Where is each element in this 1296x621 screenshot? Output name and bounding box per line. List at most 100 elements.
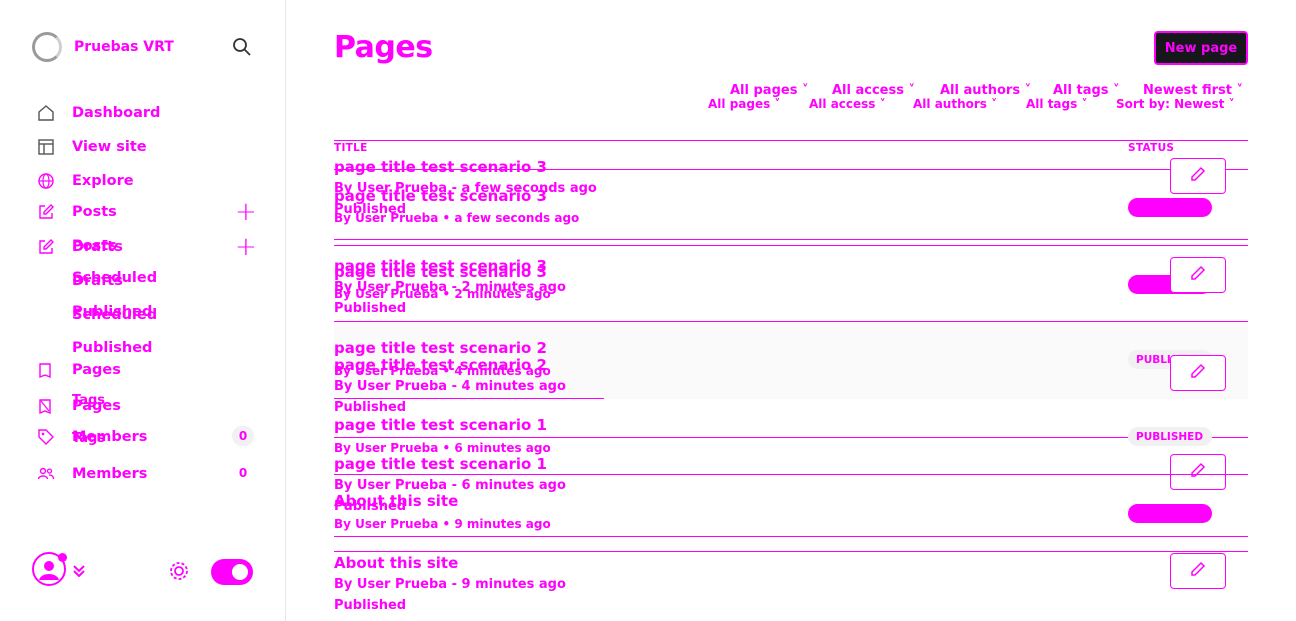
divider bbox=[334, 140, 1248, 141]
divider bbox=[334, 321, 1248, 322]
home-icon bbox=[36, 103, 56, 123]
row-meta: By User Prueba - 9 minutes ago bbox=[334, 577, 566, 592]
nav-published[interactable]: Published bbox=[72, 340, 152, 356]
pencil-icon bbox=[1190, 561, 1206, 581]
brand[interactable]: Pruebas VRT bbox=[32, 32, 174, 62]
filter-type[interactable]: All pages ˅ bbox=[730, 83, 808, 98]
pages-icon bbox=[36, 360, 56, 380]
divider bbox=[334, 245, 1248, 246]
nav-tags-overlay-label: Tags bbox=[72, 431, 106, 446]
nav-view-site[interactable]: View site bbox=[36, 137, 147, 157]
edit-button[interactable] bbox=[1170, 257, 1226, 293]
filter-tag[interactable]: All tags ˅ bbox=[1053, 83, 1120, 98]
sidebar: Pruebas VRT Dashboard View site Explore … bbox=[0, 0, 286, 621]
column-header-title: TITLE bbox=[334, 142, 368, 154]
row-title[interactable]: page title test scenario 2 bbox=[334, 339, 547, 357]
row-title[interactable]: page title test scenario 3 bbox=[334, 158, 547, 176]
nav-pages-label: Pages bbox=[72, 362, 121, 378]
tag-icon bbox=[36, 396, 56, 416]
nav-explore-label: Explore bbox=[72, 173, 134, 189]
filter-access-label: All access bbox=[832, 83, 904, 98]
divider bbox=[334, 536, 1248, 537]
edit-icon bbox=[36, 202, 56, 222]
row-status: Published bbox=[334, 400, 407, 415]
filter-type-label: All pages bbox=[730, 83, 798, 98]
row-title[interactable]: About this site bbox=[334, 554, 458, 572]
nav-pages[interactable]: Pages bbox=[36, 360, 121, 380]
filter-tag-ghost[interactable]: All tags ˅ bbox=[1026, 97, 1087, 111]
row-title-ghost[interactable]: page title test scenario 1 bbox=[334, 416, 547, 434]
filter-access-ghost-label: All access bbox=[809, 97, 876, 111]
members-count-badge: 0 bbox=[232, 426, 254, 446]
filter-order-label: Newest first bbox=[1143, 83, 1233, 98]
site-name: Pruebas VRT bbox=[74, 39, 174, 55]
nav-members[interactable]: Members bbox=[36, 464, 147, 484]
filter-order[interactable]: Newest first ˅ bbox=[1143, 83, 1243, 98]
filter-sort-ghost-label: Sort by: Newest bbox=[1116, 97, 1225, 111]
filter-tag-ghost-label: All tags bbox=[1026, 97, 1078, 111]
notification-dot bbox=[58, 553, 67, 562]
nav-drafts[interactable]: Drafts bbox=[72, 273, 123, 289]
filter-author-ghost-label: All authors bbox=[913, 97, 987, 111]
tag-icon bbox=[36, 427, 56, 447]
search-icon[interactable] bbox=[232, 37, 252, 61]
row-meta-ghost: By User Prueba • a few seconds ago bbox=[334, 211, 580, 225]
filter-access-ghost[interactable]: All access ˅ bbox=[809, 97, 886, 111]
gear-icon[interactable] bbox=[168, 559, 190, 587]
browser-icon bbox=[36, 137, 56, 157]
row-meta: By User Prueba - 6 minutes ago bbox=[334, 478, 566, 493]
nav-dashboard[interactable]: Dashboard bbox=[36, 103, 160, 123]
nav-explore[interactable]: Explore bbox=[36, 171, 134, 191]
members-icon bbox=[36, 464, 56, 484]
edit-icon bbox=[36, 237, 56, 257]
edit-button[interactable] bbox=[1170, 454, 1226, 490]
nav-posts-overlay-label: Posts bbox=[72, 238, 117, 254]
divider bbox=[334, 551, 1248, 552]
row-meta-ghost: By User Prueba • 6 minutes ago bbox=[334, 441, 551, 455]
filter-author[interactable]: All authors ˅ bbox=[940, 83, 1031, 98]
row-title-ghost[interactable]: page title test scenario 3 bbox=[334, 263, 547, 281]
filter-sort-ghost[interactable]: Sort by: Newest ˅ bbox=[1116, 97, 1235, 111]
edit-button[interactable] bbox=[1170, 355, 1226, 391]
row-meta-ghost: By User Prueba • 9 minutes ago bbox=[334, 517, 551, 531]
row-status: Published bbox=[334, 301, 407, 316]
edit-button[interactable] bbox=[1170, 553, 1226, 589]
filter-author-ghost[interactable]: All authors ˅ bbox=[913, 97, 997, 111]
status-badge bbox=[1128, 504, 1212, 523]
nav-scheduled-ghost[interactable]: Scheduled bbox=[72, 307, 157, 323]
pencil-icon bbox=[1190, 462, 1206, 482]
members-count: 0 bbox=[238, 466, 248, 480]
row-meta: By User Prueba - 4 minutes ago bbox=[334, 379, 566, 394]
page-title: Pages bbox=[334, 30, 433, 65]
pencil-icon bbox=[1190, 166, 1206, 186]
status-badge bbox=[1128, 198, 1212, 217]
row-meta-ghost: By User Prueba • 2 minutes ago bbox=[334, 287, 551, 301]
filter-access[interactable]: All access ˅ bbox=[832, 83, 915, 98]
filter-tag-label: All tags bbox=[1053, 83, 1109, 98]
nav-tags-ghost[interactable]: Tags bbox=[72, 393, 105, 408]
edit-button[interactable] bbox=[1170, 158, 1226, 194]
filter-type-ghost-label: All pages bbox=[708, 97, 771, 111]
row-title-ghost[interactable]: About this site bbox=[334, 492, 458, 510]
site-logo bbox=[32, 32, 62, 62]
row-title[interactable]: page title test scenario 1 bbox=[334, 455, 547, 473]
toggle-knob bbox=[230, 562, 250, 582]
filter-type-ghost[interactable]: All pages ˅ bbox=[708, 97, 780, 111]
chevron-down-icon[interactable] bbox=[72, 563, 86, 583]
nav-dashboard-label: Dashboard bbox=[72, 105, 161, 121]
nav-posts[interactable]: Posts bbox=[36, 202, 117, 222]
nav-posts-label: Posts bbox=[72, 204, 117, 220]
divider bbox=[334, 398, 604, 399]
new-page-button[interactable]: New page bbox=[1154, 31, 1248, 65]
divider bbox=[334, 437, 1248, 438]
pencil-icon bbox=[1190, 265, 1206, 285]
theme-toggle[interactable] bbox=[211, 559, 253, 585]
filter-author-label: All authors bbox=[940, 83, 1021, 98]
divider bbox=[334, 239, 1248, 240]
status-badge-text: PUBLISHED bbox=[1128, 427, 1212, 446]
new-post-plus-icon[interactable]: + bbox=[235, 199, 257, 225]
globe-icon bbox=[36, 171, 56, 191]
new-post-plus-icon-ghost[interactable]: + bbox=[235, 234, 257, 260]
column-header-status: STATUS bbox=[1128, 142, 1175, 154]
row-status: Published bbox=[334, 598, 407, 613]
